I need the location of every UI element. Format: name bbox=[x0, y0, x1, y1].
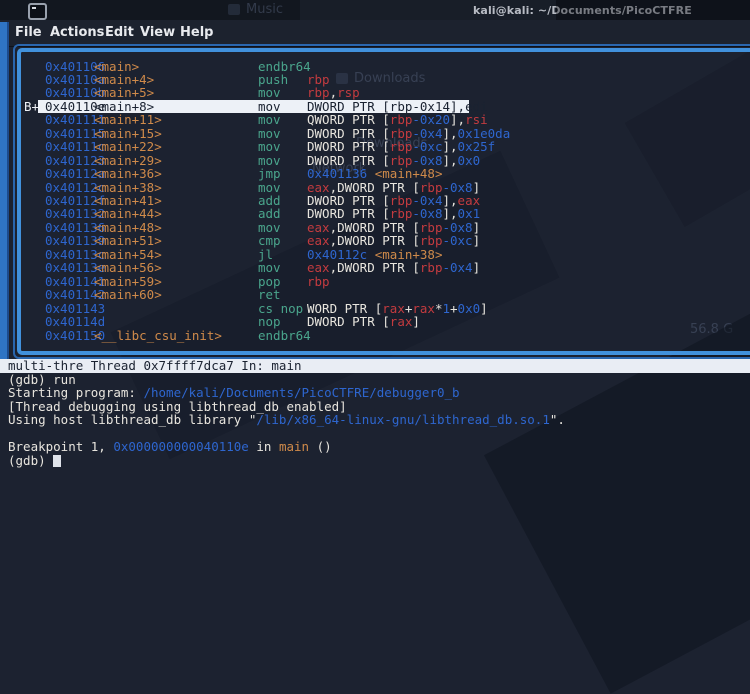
asm-operands: eax,DWORD PTR [rbp-0x4] bbox=[307, 260, 481, 276]
console-line: (gdb) run bbox=[8, 372, 76, 387]
asm-row: 0x401136 <main+48> mov eax,DWORD PTR [rbp-0… bbox=[0, 219, 750, 235]
asm-row: 0x401115 <main+15> mov DWORD PTR [rbp-0x4],… bbox=[0, 125, 750, 141]
asm-operands: DWORD PTR [rbp-0xc],0x25f bbox=[307, 139, 496, 155]
asm-row: 0x40111c <main+22> mov DWORD PTR [rbp-0xc],… bbox=[0, 139, 750, 155]
asm-operands: WORD PTR [rax+rax*1+0x0] bbox=[307, 300, 488, 316]
asm-row: 0x40113c <main+54> jl 0x40112c <main+38> bbox=[0, 246, 750, 262]
asm-symbol: <main+11> bbox=[94, 112, 162, 128]
asm-symbol: <__libc_csu_init> bbox=[94, 327, 222, 343]
disassembly-pane[interactable]: 0x401106 <main> endbr64 0x40110a <main+4> pus… bbox=[0, 0, 750, 359]
console-line: Using host libthread_db library "/lib/x8… bbox=[8, 412, 565, 428]
asm-row: 0x401150 <__libc_csu_init> endbr64 bbox=[0, 327, 750, 343]
asm-address: 0x40114d bbox=[45, 314, 106, 330]
asm-symbol: <main+44> bbox=[94, 206, 162, 222]
asm-row: 0x40112f <main+41> add DWORD PTR [rbp-0x4],… bbox=[0, 193, 750, 208]
asm-row: 0x40112a <main+36> jmp 0x401136 <main+48> bbox=[0, 166, 750, 182]
asm-mnemonic: mov bbox=[258, 85, 281, 101]
asm-row: 0x40114d nop DWORD PTR [rax] bbox=[0, 314, 750, 330]
asm-mnemonic: mov bbox=[258, 112, 281, 128]
asm-row: 0x401132 <main+44> add DWORD PTR [rbp-0x8],… bbox=[0, 206, 750, 222]
asm-row: 0x401111 <main+11> mov QWORD PTR [rbp-0x20]… bbox=[0, 112, 750, 128]
asm-mnemonic: mov bbox=[258, 125, 281, 141]
asm-symbol: <main+15> bbox=[94, 125, 162, 141]
asm-symbol: <main+38> bbox=[94, 179, 162, 195]
asm-mnemonic: mov bbox=[258, 152, 281, 168]
console-line: Starting program: /home/kali/Documents/P… bbox=[8, 385, 460, 401]
asm-mnemonic: jl bbox=[258, 246, 274, 262]
asm-mnemonic: add bbox=[258, 193, 281, 208]
asm-mnemonic: endbr64 bbox=[258, 327, 311, 343]
asm-mnemonic: pop bbox=[258, 273, 281, 289]
asm-operands: DWORD PTR [rax] bbox=[307, 314, 420, 330]
asm-operands: DWORD PTR [rbp-0x8],0x0 bbox=[307, 152, 481, 168]
asm-mnemonic: mov bbox=[258, 139, 281, 155]
asm-operands: 0x40112c <main+38> bbox=[307, 246, 443, 262]
asm-mnemonic: nop bbox=[258, 314, 281, 330]
asm-address: 0x401143 bbox=[45, 300, 106, 316]
asm-row: 0x401141 <main+59> pop rbp bbox=[0, 273, 750, 289]
asm-row: 0x40113e <main+56> mov eax,DWORD PTR [rbp-0… bbox=[0, 260, 750, 276]
asm-operands: eax,DWORD PTR [rbp-0x8] bbox=[307, 179, 481, 195]
asm-symbol: <main+41> bbox=[94, 193, 162, 208]
asm-symbol: <main+5> bbox=[94, 85, 155, 101]
asm-mnemonic: cmp bbox=[258, 233, 281, 249]
asm-operands: DWORD PTR [rbp-0x4],eax bbox=[307, 193, 481, 208]
asm-symbol: <main+22> bbox=[94, 139, 162, 155]
asm-operands: 0x401136 <main+48> bbox=[307, 166, 443, 182]
asm-mnemonic: mov bbox=[258, 179, 281, 195]
asm-symbol: <main+29> bbox=[94, 152, 162, 168]
console-line: Breakpoint 1, 0x000000000040110e in main… bbox=[8, 439, 332, 455]
asm-mnemonic: jmp bbox=[258, 166, 281, 182]
asm-symbol: <main+56> bbox=[94, 260, 162, 276]
asm-symbol: <main+60> bbox=[94, 287, 162, 303]
asm-row: 0x401142 <main+60> ret bbox=[0, 287, 750, 303]
asm-operands: eax,DWORD PTR [rbp-0x8] bbox=[307, 219, 481, 235]
asm-operands: QWORD PTR [rbp-0x20],rsi bbox=[307, 112, 488, 128]
asm-operands: rbp bbox=[307, 273, 330, 289]
asm-mnemonic: add bbox=[258, 206, 281, 222]
asm-operands: eax,DWORD PTR [rbp-0xc] bbox=[307, 233, 481, 249]
gdb-console[interactable]: (gdb) run Starting program: /home/kali/Do… bbox=[0, 373, 750, 479]
asm-row: 0x40110b <main+5> mov rbp,rsp bbox=[0, 85, 750, 101]
terminal-cursor[interactable] bbox=[53, 454, 61, 467]
asm-mnemonic: cs nop bbox=[258, 300, 304, 316]
asm-mnemonic: mov bbox=[258, 260, 281, 276]
asm-symbol: <main+48> bbox=[94, 219, 162, 235]
console-line: [Thread debugging using libthread_db ena… bbox=[8, 398, 347, 414]
asm-mnemonic: mov bbox=[258, 98, 281, 114]
asm-row: 0x401143 cs nop WORD PTR [rax+rax*1+0x0] bbox=[0, 300, 750, 316]
asm-symbol: <main+8> bbox=[94, 98, 155, 114]
asm-row: 0x40112c <main+38> mov eax,DWORD PTR [rbp-0… bbox=[0, 179, 750, 195]
asm-row: 0x40110e <main+8> mov DWORD PTR [rbp-0x14],… bbox=[0, 98, 750, 114]
console-line: (gdb) bbox=[8, 453, 750, 467]
asm-operands: DWORD PTR [rbp-0x8],0x1 bbox=[307, 206, 481, 222]
asm-operands: rbp,rsp bbox=[307, 85, 360, 101]
asm-operands: DWORD PTR [rbp-0x4],0x1e0da bbox=[307, 125, 511, 141]
asm-symbol: <main+54> bbox=[94, 246, 162, 262]
tui-status-line: multi-thre Thread 0x7ffff7dca7 In: main bbox=[0, 359, 750, 373]
asm-row: 0x401106 <main> endbr64 bbox=[0, 58, 750, 74]
asm-symbol: <main> bbox=[94, 58, 140, 74]
asm-mnemonic: ret bbox=[258, 287, 281, 303]
asm-mnemonic: mov bbox=[258, 219, 281, 235]
asm-symbol: <main+59> bbox=[94, 273, 162, 289]
asm-row: 0x401139 <main+51> cmp eax,DWORD PTR [rbp-0… bbox=[0, 233, 750, 249]
asm-mnemonic: endbr64 bbox=[258, 58, 311, 74]
asm-row: 0x40110a <main+4> push rbp bbox=[0, 71, 750, 87]
asm-operands: rbp bbox=[307, 71, 330, 87]
asm-symbol: <main+51> bbox=[94, 233, 162, 249]
asm-row: 0x401123 <main+29> mov DWORD PTR [rbp-0x8],… bbox=[0, 152, 750, 168]
asm-symbol: <main+4> bbox=[94, 71, 155, 87]
asm-mnemonic: push bbox=[258, 71, 289, 87]
asm-operands: DWORD PTR [rbp-0x14],edi bbox=[307, 98, 488, 114]
asm-symbol: <main+36> bbox=[94, 166, 162, 182]
